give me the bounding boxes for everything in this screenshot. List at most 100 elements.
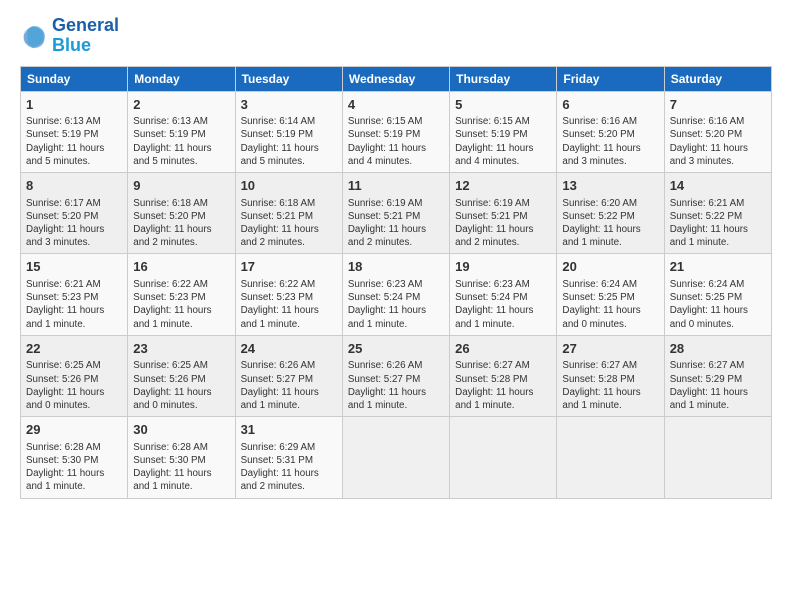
day-info: Sunrise: 6:18 AM Sunset: 5:21 PM Dayligh… bbox=[241, 197, 337, 250]
day-number: 15 bbox=[26, 258, 122, 276]
calendar-cell: 22Sunrise: 6:25 AM Sunset: 5:26 PM Dayli… bbox=[21, 335, 128, 416]
page: GeneralBlue SundayMondayTuesdayWednesday… bbox=[0, 0, 792, 509]
day-info: Sunrise: 6:28 AM Sunset: 5:30 PM Dayligh… bbox=[133, 441, 229, 494]
calendar-cell: 3Sunrise: 6:14 AM Sunset: 5:19 PM Daylig… bbox=[235, 91, 342, 172]
day-number: 26 bbox=[455, 340, 551, 358]
day-info: Sunrise: 6:21 AM Sunset: 5:23 PM Dayligh… bbox=[26, 278, 122, 331]
logo-icon bbox=[20, 22, 48, 50]
day-info: Sunrise: 6:20 AM Sunset: 5:22 PM Dayligh… bbox=[562, 197, 658, 250]
calendar-cell: 11 Sunrise: 6:19 AM Sunset: 5:21 PM Dayli… bbox=[342, 173, 449, 254]
calendar-cell: 25Sunrise: 6:26 AM Sunset: 5:27 PM Dayli… bbox=[342, 335, 449, 416]
calendar-cell: 19Sunrise: 6:23 AM Sunset: 5:24 PM Dayli… bbox=[450, 254, 557, 335]
day-info: Sunrise: 6:16 AM Sunset: 5:20 PM Dayligh… bbox=[670, 115, 766, 168]
day-number: 27 bbox=[562, 340, 658, 358]
calendar-cell: 13 Sunrise: 6:20 AM Sunset: 5:22 PM Dayli… bbox=[557, 173, 664, 254]
day-number: 21 bbox=[670, 258, 766, 276]
day-number: 12 bbox=[455, 177, 551, 195]
calendar-cell: 9 Sunrise: 6:18 AM Sunset: 5:20 PM Daylig… bbox=[128, 173, 235, 254]
day-info: Sunrise: 6:22 AM Sunset: 5:23 PM Dayligh… bbox=[241, 278, 337, 331]
day-number: 28 bbox=[670, 340, 766, 358]
weekday-header-saturday: Saturday bbox=[664, 66, 771, 91]
day-number: 24 bbox=[241, 340, 337, 358]
header: GeneralBlue bbox=[20, 16, 772, 56]
day-number: 30 bbox=[133, 421, 229, 439]
calendar-week-row: 15 Sunrise: 6:21 AM Sunset: 5:23 PM Dayli… bbox=[21, 254, 772, 335]
day-number: 8 bbox=[26, 177, 122, 195]
calendar-cell: 17 Sunrise: 6:22 AM Sunset: 5:23 PM Dayli… bbox=[235, 254, 342, 335]
day-number: 18 bbox=[348, 258, 444, 276]
day-number: 4 bbox=[348, 96, 444, 114]
day-info: Sunrise: 6:28 AM Sunset: 5:30 PM Dayligh… bbox=[26, 441, 122, 494]
day-info: Sunrise: 6:27 AM Sunset: 5:28 PM Dayligh… bbox=[562, 359, 658, 412]
calendar-cell: 15 Sunrise: 6:21 AM Sunset: 5:23 PM Dayli… bbox=[21, 254, 128, 335]
day-info: Sunrise: 6:15 AM Sunset: 5:19 PM Dayligh… bbox=[348, 115, 444, 168]
calendar-cell: 18 Sunrise: 6:23 AM Sunset: 5:24 PM Dayli… bbox=[342, 254, 449, 335]
day-number: 17 bbox=[241, 258, 337, 276]
day-number: 5 bbox=[455, 96, 551, 114]
day-number: 1 bbox=[26, 96, 122, 114]
day-number: 31 bbox=[241, 421, 337, 439]
calendar-cell: 6Sunrise: 6:16 AM Sunset: 5:20 PM Daylig… bbox=[557, 91, 664, 172]
day-number: 23 bbox=[133, 340, 229, 358]
calendar-cell: 28Sunrise: 6:27 AM Sunset: 5:29 PM Dayli… bbox=[664, 335, 771, 416]
calendar-cell: 8Sunrise: 6:17 AM Sunset: 5:20 PM Daylig… bbox=[21, 173, 128, 254]
calendar-week-row: 1Sunrise: 6:13 AM Sunset: 5:19 PM Daylig… bbox=[21, 91, 772, 172]
day-info: Sunrise: 6:13 AM Sunset: 5:19 PM Dayligh… bbox=[26, 115, 122, 168]
calendar-cell: 12 Sunrise: 6:19 AM Sunset: 5:21 PM Dayli… bbox=[450, 173, 557, 254]
day-number: 14 bbox=[670, 177, 766, 195]
calendar-cell: 23Sunrise: 6:25 AM Sunset: 5:26 PM Dayli… bbox=[128, 335, 235, 416]
day-info: Sunrise: 6:29 AM Sunset: 5:31 PM Dayligh… bbox=[241, 441, 337, 494]
weekday-header-wednesday: Wednesday bbox=[342, 66, 449, 91]
calendar-cell: 7Sunrise: 6:16 AM Sunset: 5:20 PM Daylig… bbox=[664, 91, 771, 172]
day-info: Sunrise: 6:15 AM Sunset: 5:19 PM Dayligh… bbox=[455, 115, 551, 168]
calendar-week-row: 29 Sunrise: 6:28 AM Sunset: 5:30 PM Dayli… bbox=[21, 417, 772, 498]
day-number: 9 bbox=[133, 177, 229, 195]
day-number: 2 bbox=[133, 96, 229, 114]
day-info: Sunrise: 6:21 AM Sunset: 5:22 PM Dayligh… bbox=[670, 197, 766, 250]
calendar-cell: 14 Sunrise: 6:21 AM Sunset: 5:22 PM Dayli… bbox=[664, 173, 771, 254]
day-number: 6 bbox=[562, 96, 658, 114]
weekday-header-thursday: Thursday bbox=[450, 66, 557, 91]
calendar-cell: 26Sunrise: 6:27 AM Sunset: 5:28 PM Dayli… bbox=[450, 335, 557, 416]
day-info: Sunrise: 6:24 AM Sunset: 5:25 PM Dayligh… bbox=[562, 278, 658, 331]
day-info: Sunrise: 6:18 AM Sunset: 5:20 PM Dayligh… bbox=[133, 197, 229, 250]
day-info: Sunrise: 6:22 AM Sunset: 5:23 PM Dayligh… bbox=[133, 278, 229, 331]
day-number: 11 bbox=[348, 177, 444, 195]
logo: GeneralBlue bbox=[20, 16, 119, 56]
weekday-header-tuesday: Tuesday bbox=[235, 66, 342, 91]
calendar-cell bbox=[450, 417, 557, 498]
day-number: 3 bbox=[241, 96, 337, 114]
day-number: 16 bbox=[133, 258, 229, 276]
day-number: 19 bbox=[455, 258, 551, 276]
calendar-cell: 27Sunrise: 6:27 AM Sunset: 5:28 PM Dayli… bbox=[557, 335, 664, 416]
calendar-cell: 29 Sunrise: 6:28 AM Sunset: 5:30 PM Dayli… bbox=[21, 417, 128, 498]
day-number: 7 bbox=[670, 96, 766, 114]
calendar-week-row: 8Sunrise: 6:17 AM Sunset: 5:20 PM Daylig… bbox=[21, 173, 772, 254]
calendar-cell: 20 Sunrise: 6:24 AM Sunset: 5:25 PM Dayli… bbox=[557, 254, 664, 335]
weekday-header-friday: Friday bbox=[557, 66, 664, 91]
calendar-week-row: 22Sunrise: 6:25 AM Sunset: 5:26 PM Dayli… bbox=[21, 335, 772, 416]
day-info: Sunrise: 6:26 AM Sunset: 5:27 PM Dayligh… bbox=[241, 359, 337, 412]
day-info: Sunrise: 6:19 AM Sunset: 5:21 PM Dayligh… bbox=[348, 197, 444, 250]
calendar-cell: 4Sunrise: 6:15 AM Sunset: 5:19 PM Daylig… bbox=[342, 91, 449, 172]
day-info: Sunrise: 6:16 AM Sunset: 5:20 PM Dayligh… bbox=[562, 115, 658, 168]
day-info: Sunrise: 6:13 AM Sunset: 5:19 PM Dayligh… bbox=[133, 115, 229, 168]
day-info: Sunrise: 6:25 AM Sunset: 5:26 PM Dayligh… bbox=[133, 359, 229, 412]
day-number: 13 bbox=[562, 177, 658, 195]
calendar-cell: 16 Sunrise: 6:22 AM Sunset: 5:23 PM Dayli… bbox=[128, 254, 235, 335]
calendar-cell bbox=[342, 417, 449, 498]
day-info: Sunrise: 6:25 AM Sunset: 5:26 PM Dayligh… bbox=[26, 359, 122, 412]
day-number: 20 bbox=[562, 258, 658, 276]
calendar-cell bbox=[664, 417, 771, 498]
day-info: Sunrise: 6:19 AM Sunset: 5:21 PM Dayligh… bbox=[455, 197, 551, 250]
calendar-cell: 24Sunrise: 6:26 AM Sunset: 5:27 PM Dayli… bbox=[235, 335, 342, 416]
calendar-cell: 2Sunrise: 6:13 AM Sunset: 5:19 PM Daylig… bbox=[128, 91, 235, 172]
weekday-header-row: SundayMondayTuesdayWednesdayThursdayFrid… bbox=[21, 66, 772, 91]
day-number: 29 bbox=[26, 421, 122, 439]
day-info: Sunrise: 6:26 AM Sunset: 5:27 PM Dayligh… bbox=[348, 359, 444, 412]
day-info: Sunrise: 6:27 AM Sunset: 5:28 PM Dayligh… bbox=[455, 359, 551, 412]
calendar-cell: 5Sunrise: 6:15 AM Sunset: 5:19 PM Daylig… bbox=[450, 91, 557, 172]
day-info: Sunrise: 6:14 AM Sunset: 5:19 PM Dayligh… bbox=[241, 115, 337, 168]
weekday-header-sunday: Sunday bbox=[21, 66, 128, 91]
day-info: Sunrise: 6:23 AM Sunset: 5:24 PM Dayligh… bbox=[348, 278, 444, 331]
